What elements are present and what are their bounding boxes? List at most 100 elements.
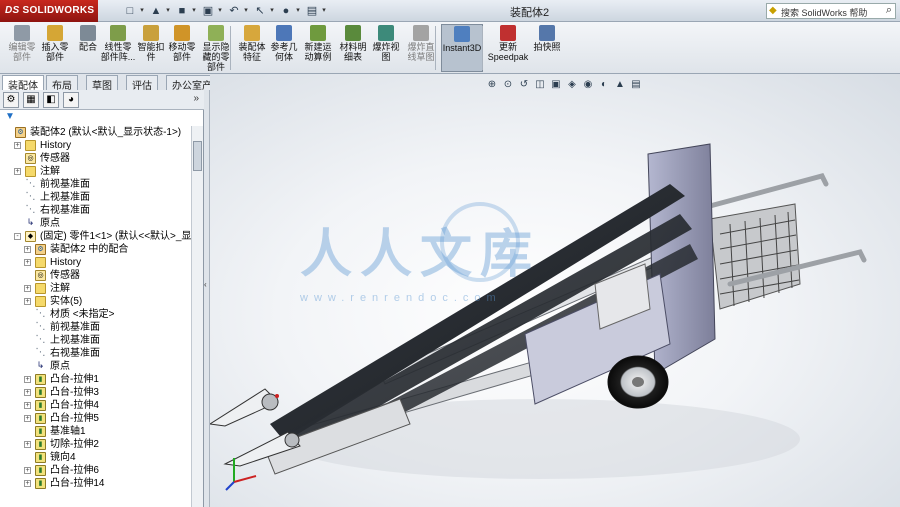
tree-node[interactable]: ◎ 传感器 bbox=[0, 269, 191, 282]
command-tab-1[interactable]: 布局 bbox=[46, 75, 78, 92]
tree-node[interactable]: + ▮ 凸台-拉伸4 bbox=[0, 399, 191, 412]
solidworks-logo[interactable]: DS SOLIDWORKS bbox=[0, 0, 98, 22]
tree-node[interactable]: ⋱ 上视基准面 bbox=[0, 334, 191, 347]
display-manager-tab-icon[interactable]: ◕ bbox=[63, 92, 79, 108]
exploded-view-button[interactable]: 爆炸视图 bbox=[367, 24, 405, 72]
edit-appearance-icon[interactable]: ◐ bbox=[597, 78, 611, 92]
tree-node[interactable]: + ▮ 凸台-拉伸14 bbox=[0, 477, 191, 490]
search-icon[interactable]: ⌕ bbox=[886, 4, 892, 17]
zoom-to-area-icon[interactable]: ⊙ bbox=[501, 78, 515, 92]
expand-node-icon[interactable]: + bbox=[24, 259, 31, 266]
reference-geometry-button[interactable]: 参考几 何体 bbox=[265, 24, 303, 72]
tree-node[interactable]: ⚙ 装配体2 (默认<默认_显示状态-1>) bbox=[0, 126, 191, 139]
command-tab-2[interactable]: 草图 bbox=[86, 75, 118, 92]
tree-node[interactable]: + ▮ 切除-拉伸2 bbox=[0, 438, 191, 451]
expand-node-icon[interactable]: + bbox=[24, 441, 31, 448]
expand-node-icon[interactable]: + bbox=[14, 142, 21, 149]
tree-node[interactable]: ▮ 镜向4 bbox=[0, 451, 191, 464]
tree-node[interactable]: + History bbox=[0, 256, 191, 269]
help-search-input[interactable]: ◆ 搜索 SolidWorks 帮助 ⌕ bbox=[766, 3, 896, 19]
tree-node[interactable]: ⋱ 右视基准面 bbox=[0, 204, 191, 217]
tree-node[interactable]: + History bbox=[0, 139, 191, 152]
reference-geometry-label: 参考几 何体 bbox=[270, 42, 298, 62]
print-icon[interactable]: ▣ bbox=[200, 3, 216, 19]
section-view-icon[interactable]: ◫ bbox=[533, 78, 547, 92]
tree-node[interactable]: + ▮ 凸台-拉伸5 bbox=[0, 412, 191, 425]
tree-node[interactable]: + 注解 bbox=[0, 282, 191, 295]
tree-node[interactable]: + ▮ 凸台-拉伸1 bbox=[0, 373, 191, 386]
tree-node[interactable]: ▮ 基准轴1 bbox=[0, 425, 191, 438]
tree-node[interactable]: + ▮ 凸台-拉伸6 bbox=[0, 464, 191, 477]
property-manager-tab-icon[interactable]: ▦ bbox=[23, 92, 39, 108]
expand-node-icon[interactable]: + bbox=[24, 298, 31, 305]
expand-node-icon[interactable]: + bbox=[24, 285, 31, 292]
plane-icon: ⋱ bbox=[25, 178, 36, 189]
tree-node[interactable]: ⋱ 前视基准面 bbox=[0, 178, 191, 191]
assembly-model[interactable] bbox=[210, 134, 900, 507]
tree-scrollbar[interactable] bbox=[191, 126, 203, 507]
show-hidden-label: 显示隐 藏的零 部件 bbox=[202, 42, 230, 72]
expand-node-icon[interactable]: + bbox=[24, 467, 31, 474]
expand-panel-icon[interactable]: » bbox=[193, 93, 199, 104]
tree-node[interactable]: ◎ 传感器 bbox=[0, 152, 191, 165]
command-tab-0[interactable]: 装配体 bbox=[2, 75, 44, 92]
instant3d-button[interactable]: Instant3D bbox=[441, 24, 483, 72]
tree-node[interactable]: ⋱ 上视基准面 bbox=[0, 191, 191, 204]
zoom-to-fit-icon[interactable]: ⊕ bbox=[485, 78, 499, 92]
filter-icon[interactable]: ▼ bbox=[5, 111, 15, 122]
tree-node[interactable]: ⋱ 材质 <未指定> bbox=[0, 308, 191, 321]
collapse-node-icon[interactable]: - bbox=[14, 233, 21, 240]
dropdown-arrow-icon[interactable]: ▾ bbox=[216, 3, 224, 19]
tree-node[interactable]: + ⚙ 装配体2 中的配合 bbox=[0, 243, 191, 256]
feature-manager-tab-icon[interactable]: ⚙ bbox=[3, 92, 19, 108]
sensor-icon: ◎ bbox=[35, 270, 46, 281]
expand-node-icon[interactable]: + bbox=[14, 168, 21, 175]
dropdown-arrow-icon[interactable]: ▾ bbox=[268, 3, 276, 19]
collapse-panel-icon[interactable]: ‹ bbox=[204, 280, 207, 289]
asm-icon: ⚙ bbox=[15, 127, 26, 138]
expand-node-icon[interactable]: + bbox=[24, 389, 31, 396]
scrollbar-thumb[interactable] bbox=[193, 141, 202, 171]
select-icon[interactable]: ↖ bbox=[252, 3, 268, 19]
move-component-button[interactable]: 移动零 部件 bbox=[163, 24, 201, 72]
tree-node[interactable]: -◆ (固定) 零件1<1> (默认<<默认>_显示状态 bbox=[0, 230, 191, 243]
display-style-icon[interactable]: ◈ bbox=[565, 78, 579, 92]
expand-node-icon[interactable]: + bbox=[24, 402, 31, 409]
graphics-area[interactable]: ⊕ ⊙ ↺ ◫ ▣ ◈ ◉ ◐ ▲ ▤ 人人文库 www.renrendoc.c… bbox=[210, 74, 900, 507]
undo-icon[interactable]: ↶ bbox=[226, 3, 242, 19]
rebuild-icon[interactable]: ● bbox=[278, 3, 294, 19]
dropdown-arrow-icon[interactable]: ▾ bbox=[320, 3, 328, 19]
new-motion-study-button[interactable]: 新建运 动算例 bbox=[299, 24, 337, 72]
tree-node[interactable]: ↳ 原点 bbox=[0, 217, 191, 230]
configuration-manager-tab-icon[interactable]: ◧ bbox=[43, 92, 59, 108]
dropdown-arrow-icon[interactable]: ▾ bbox=[294, 3, 302, 19]
hide-show-items-icon[interactable]: ◉ bbox=[581, 78, 595, 92]
dropdown-arrow-icon[interactable]: ▾ bbox=[190, 3, 198, 19]
expand-node-icon[interactable]: + bbox=[24, 246, 31, 253]
expand-node-icon[interactable]: + bbox=[24, 376, 31, 383]
feature-manager-panel: » ⚙ ▦ ◧ ◕ ▼ ⚙ 装配体2 (默认<默认_显示状态-1>) + History ◎ 传… bbox=[0, 90, 204, 507]
tree-node[interactable]: ⋱ 右视基准面 bbox=[0, 347, 191, 360]
tree-node[interactable]: + ▮ 凸台-拉伸3 bbox=[0, 386, 191, 399]
new-doc-icon[interactable]: □ bbox=[122, 3, 138, 19]
tree-node[interactable]: + 注解 bbox=[0, 165, 191, 178]
tree-node[interactable]: ⋱ 前视基准面 bbox=[0, 321, 191, 334]
dropdown-arrow-icon[interactable]: ▾ bbox=[242, 3, 250, 19]
save-icon[interactable]: ■ bbox=[174, 3, 190, 19]
previous-view-icon[interactable]: ↺ bbox=[517, 78, 531, 92]
expand-node-icon[interactable]: + bbox=[24, 480, 31, 487]
dropdown-arrow-icon[interactable]: ▾ bbox=[164, 3, 172, 19]
options-icon[interactable]: ▤ bbox=[304, 3, 320, 19]
tree-node[interactable]: + 实体(5) bbox=[0, 295, 191, 308]
command-tab-3[interactable]: 评估 bbox=[126, 75, 158, 92]
smart-fasteners-label: 智能扣件 bbox=[137, 42, 165, 62]
tree-node[interactable]: ↳ 原点 bbox=[0, 360, 191, 373]
dropdown-arrow-icon[interactable]: ▾ bbox=[138, 3, 146, 19]
view-orientation-icon[interactable]: ▣ bbox=[549, 78, 563, 92]
view-settings-icon[interactable]: ▤ bbox=[629, 78, 643, 92]
take-snapshot-button[interactable]: 拍快照 bbox=[528, 24, 566, 72]
apply-scene-icon[interactable]: ▲ bbox=[613, 78, 627, 92]
update-speedpak-button[interactable]: 更新 Speedpak bbox=[487, 24, 529, 72]
expand-node-icon[interactable]: + bbox=[24, 415, 31, 422]
open-doc-icon[interactable]: ▲ bbox=[148, 3, 164, 19]
